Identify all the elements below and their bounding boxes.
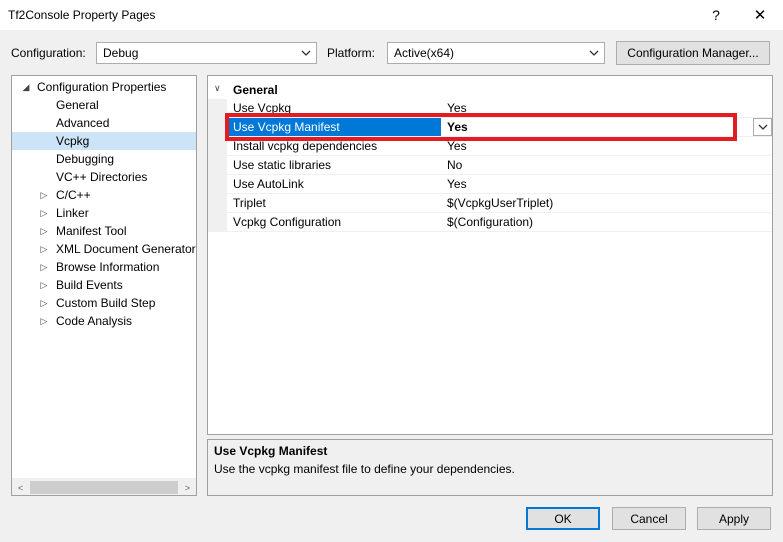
tree-item-label: Code Analysis xyxy=(56,314,133,328)
configuration-dropdown[interactable]: Debug xyxy=(96,42,317,64)
window-title: Tf2Console Property Pages xyxy=(8,8,156,22)
tree-item-label: Custom Build Step xyxy=(56,296,156,310)
category-tree: ◢ Configuration Properties General Advanc… xyxy=(11,75,197,496)
expand-caret-icon[interactable]: ▷ xyxy=(39,312,49,330)
property-name: Use static libraries xyxy=(233,158,332,172)
property-name: Triplet xyxy=(233,196,266,210)
section-title: General xyxy=(233,83,278,97)
tree-item-label: General xyxy=(56,98,99,112)
tree-item-label: C/C++ xyxy=(56,188,91,202)
annotation-highlight-box xyxy=(225,113,737,141)
tree-item[interactable]: ▷ Custom Build Step xyxy=(12,294,196,312)
property-name: Vcpkg Configuration xyxy=(233,215,342,229)
tree-item[interactable]: ▷ Build Events xyxy=(12,276,196,294)
description-title: Use Vcpkg Manifest xyxy=(214,444,328,458)
scrollbar-thumb[interactable] xyxy=(30,481,178,494)
property-name: Use AutoLink xyxy=(233,177,304,191)
tree-item-label: Vcpkg xyxy=(56,134,90,148)
ok-button[interactable]: OK xyxy=(526,507,600,530)
tree-item-label: Advanced xyxy=(56,116,110,130)
configuration-label: Configuration: xyxy=(11,46,86,60)
tree-item[interactable]: ▷ XML Document Generator xyxy=(12,240,196,258)
expand-caret-icon[interactable]: ▷ xyxy=(39,186,49,204)
chevron-down-icon xyxy=(758,124,767,130)
cancel-button[interactable]: Cancel xyxy=(612,507,686,530)
tree-item-configuration-properties[interactable]: ◢ Configuration Properties xyxy=(12,78,196,96)
tree-item-label: Linker xyxy=(56,206,89,220)
chevron-down-icon xyxy=(589,50,599,56)
description-pane: Use Vcpkg Manifest Use the vcpkg manifes… xyxy=(207,439,773,496)
help-button[interactable]: ? xyxy=(696,0,736,30)
value-dropdown-button[interactable] xyxy=(753,118,772,136)
tree-item[interactable]: Debugging xyxy=(12,150,196,168)
tree-item-label: XML Document Generator xyxy=(56,242,196,256)
property-row[interactable]: Use AutoLink Yes xyxy=(227,175,772,194)
scroll-left-icon[interactable]: < xyxy=(12,479,29,495)
expand-caret-icon[interactable]: ▷ xyxy=(39,204,49,222)
expand-caret-icon[interactable]: ▷ xyxy=(39,222,49,240)
configuration-manager-button[interactable]: Configuration Manager... xyxy=(616,41,770,65)
grid-section-general[interactable]: ∨ General xyxy=(208,80,772,99)
platform-label: Platform: xyxy=(327,46,376,60)
horizontal-scrollbar[interactable]: < > xyxy=(12,478,196,495)
close-button[interactable]: ✕ xyxy=(740,0,780,30)
tree-item-label: VC++ Directories xyxy=(56,170,148,184)
tree-item[interactable]: General xyxy=(12,96,196,114)
scroll-right-icon[interactable]: > xyxy=(179,479,196,495)
property-value[interactable]: $(VcpkgUserTriplet) xyxy=(447,196,553,210)
title-bar: Tf2Console Property Pages ? ✕ xyxy=(0,0,783,30)
tree-item-label: Debugging xyxy=(56,152,115,166)
chevron-down-icon xyxy=(301,50,311,56)
expand-caret-icon[interactable]: ▷ xyxy=(39,276,49,294)
property-value[interactable]: No xyxy=(447,158,462,172)
tree-item-label: Browse Information xyxy=(56,260,160,274)
tree-item[interactable]: ▷ Browse Information xyxy=(12,258,196,276)
property-row[interactable]: Vcpkg Configuration $(Configuration) xyxy=(227,213,772,232)
expanded-caret-icon[interactable]: ◢ xyxy=(21,78,31,96)
property-name: Install vcpkg dependencies xyxy=(233,139,378,153)
tree-item[interactable]: ▷ Linker xyxy=(12,204,196,222)
expand-caret-icon[interactable]: ▷ xyxy=(39,240,49,258)
tree-item[interactable]: ▷ Manifest Tool xyxy=(12,222,196,240)
tree-item[interactable]: VC++ Directories xyxy=(12,168,196,186)
apply-button[interactable]: Apply xyxy=(697,507,771,530)
property-row[interactable]: Triplet $(VcpkgUserTriplet) xyxy=(227,194,772,213)
collapse-chevron-icon[interactable]: ∨ xyxy=(214,83,221,94)
tree-item[interactable]: Advanced xyxy=(12,114,196,132)
tree-item-label: Manifest Tool xyxy=(56,224,127,238)
configuration-value: Debug xyxy=(103,46,139,60)
platform-dropdown[interactable]: Active(x64) xyxy=(387,42,605,64)
tree-item-label: Build Events xyxy=(56,278,123,292)
property-value[interactable]: $(Configuration) xyxy=(447,215,533,229)
tree-item[interactable]: ▷ C/C++ xyxy=(12,186,196,204)
expand-caret-icon[interactable]: ▷ xyxy=(39,294,49,312)
tree-item[interactable]: ▷ Code Analysis xyxy=(12,312,196,330)
property-value[interactable]: Yes xyxy=(447,177,467,191)
property-row[interactable]: Use static libraries No xyxy=(227,156,772,175)
tree-item-label: Configuration Properties xyxy=(37,80,167,94)
tree-item[interactable]: Vcpkg xyxy=(12,132,196,150)
expand-caret-icon[interactable]: ▷ xyxy=(39,258,49,276)
property-value[interactable]: Yes xyxy=(447,139,467,153)
description-text: Use the vcpkg manifest file to define yo… xyxy=(214,462,515,476)
platform-value: Active(x64) xyxy=(394,46,455,60)
